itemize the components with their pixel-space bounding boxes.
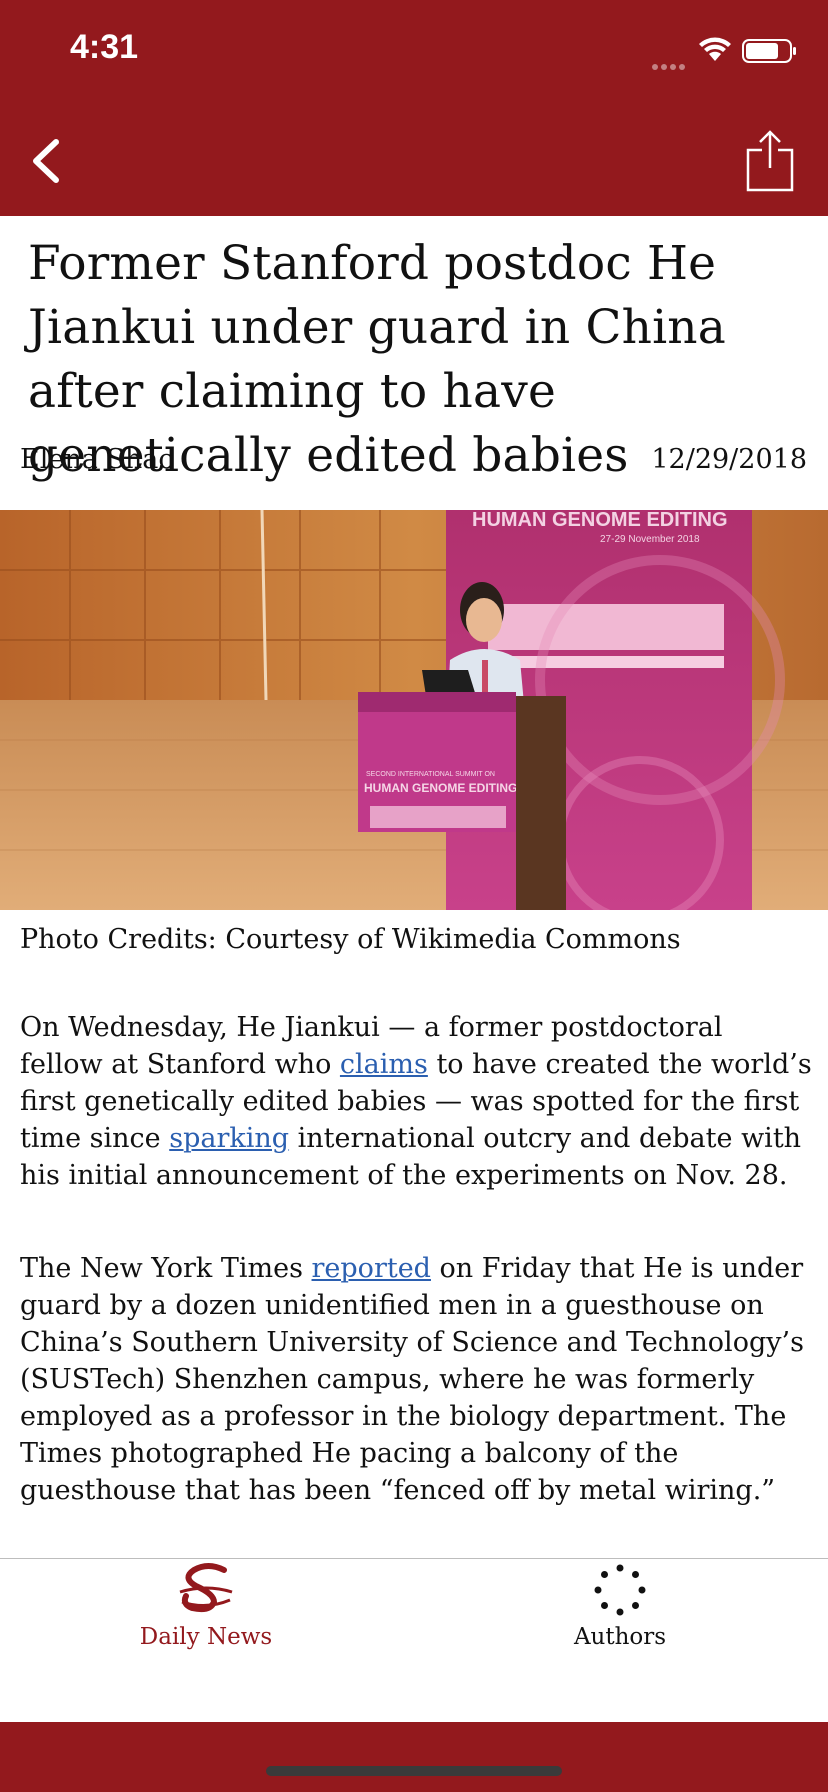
- app-header: 4:31: [0, 0, 828, 216]
- battery-icon: [742, 39, 796, 63]
- back-button[interactable]: [26, 136, 70, 186]
- claims-link[interactable]: claims: [340, 1049, 428, 1080]
- share-icon[interactable]: [742, 128, 798, 194]
- signal-icon: [652, 55, 688, 74]
- article-author[interactable]: Elena Shao: [20, 444, 175, 475]
- stanford-daily-logo-icon: [179, 1563, 233, 1613]
- article-photo: HUMAN GENOME EDITING 27-29 November 2018…: [0, 510, 828, 910]
- banner-title: HUMAN GENOME EDITING: [472, 510, 728, 531]
- podium-line2: HUMAN GENOME EDITING: [364, 781, 517, 795]
- reported-link[interactable]: reported: [312, 1253, 431, 1284]
- sparking-link[interactable]: sparking: [169, 1123, 289, 1154]
- photo-credits: Photo Credits: Courtesy of Wikimedia Com…: [20, 924, 681, 955]
- wifi-icon: [699, 37, 731, 61]
- dotted-circle-icon: [594, 1564, 646, 1616]
- tab-daily-news[interactable]: Daily News: [106, 1562, 306, 1650]
- bottom-bar: [0, 1722, 828, 1792]
- tab-bar-divider: [0, 1558, 828, 1559]
- article-date: 12/29/2018: [651, 444, 807, 475]
- tab-authors-label: Authors: [573, 1624, 667, 1650]
- home-indicator[interactable]: [266, 1766, 562, 1776]
- podium-line1: SECOND INTERNATIONAL SUMMIT ON: [366, 771, 495, 778]
- banner-date: 27-29 November 2018: [600, 534, 700, 545]
- article-paragraph: The New York Times reported on Friday th…: [20, 1253, 804, 1506]
- article-paragraph: On Wednesday, He Jiankui — a former post…: [20, 1012, 812, 1191]
- tab-authors[interactable]: Authors: [520, 1562, 720, 1650]
- tab-daily-news-label: Daily News: [139, 1624, 273, 1650]
- status-time: 4:31: [70, 28, 139, 66]
